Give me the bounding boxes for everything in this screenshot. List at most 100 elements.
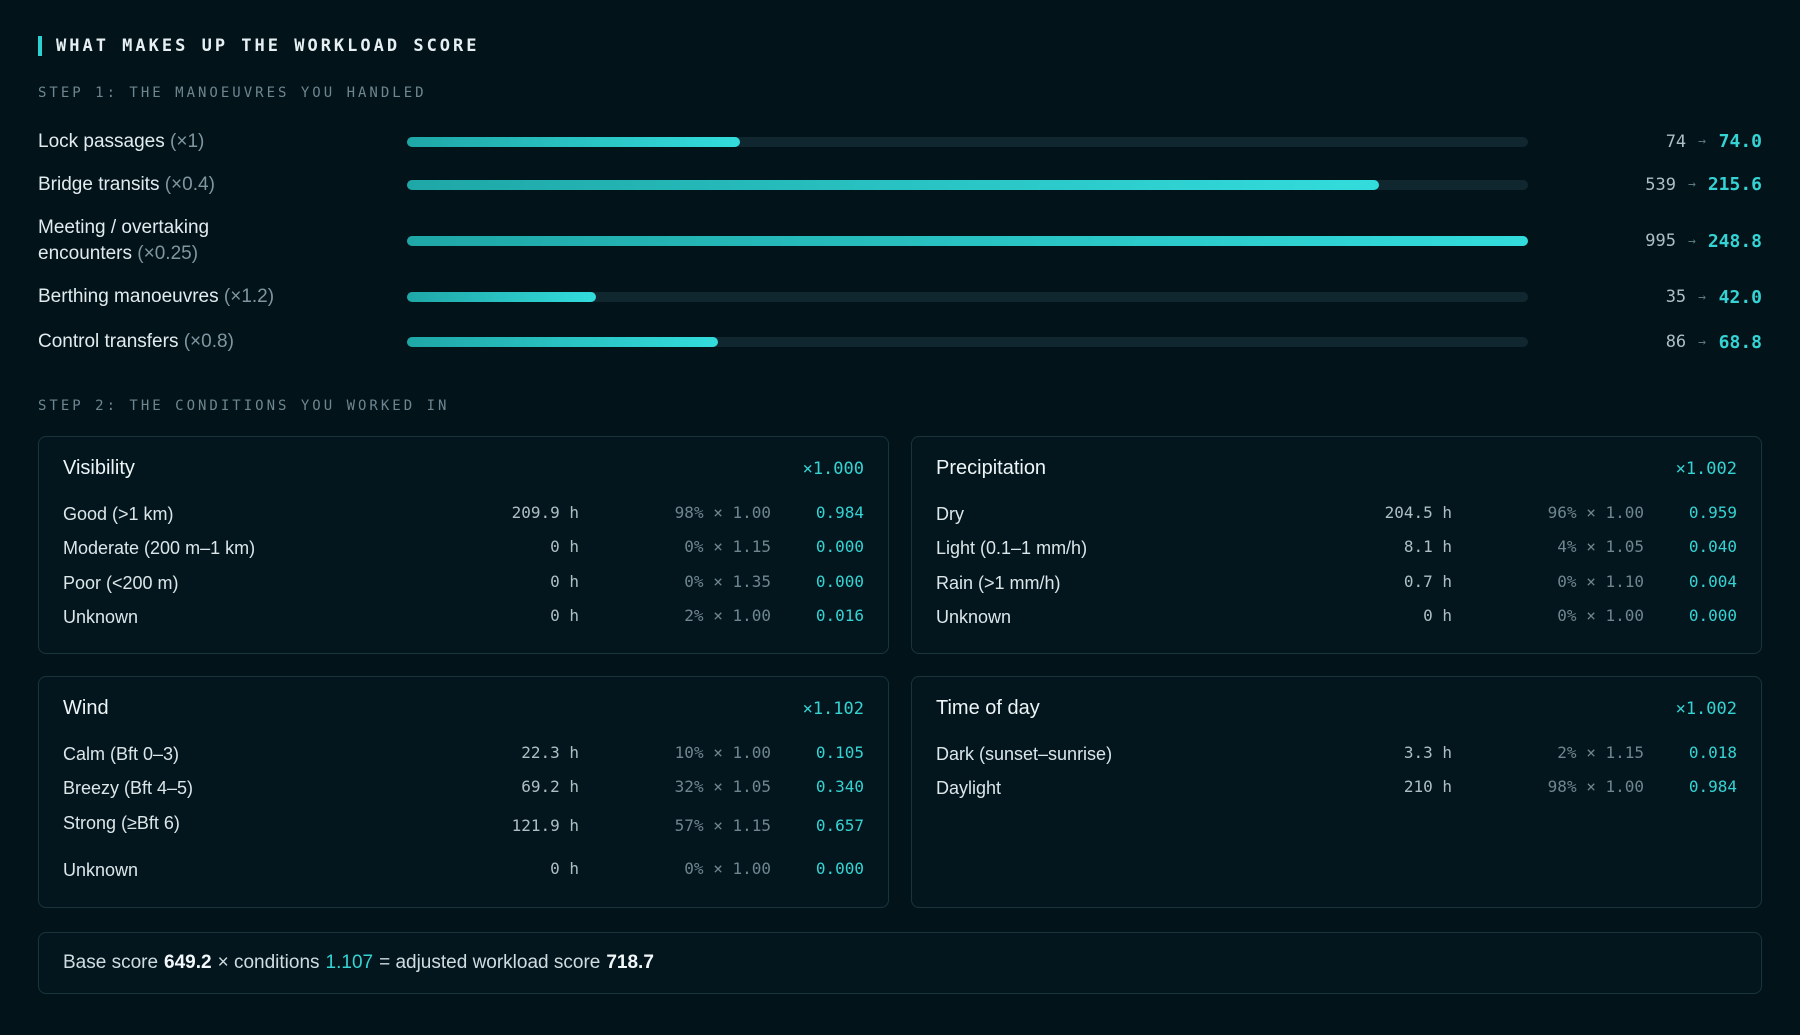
- condition-value: 0.000: [815, 537, 864, 556]
- condition-row: Breezy (Bft 4–5) 69.2 h 32% × 1.05 0.340: [63, 775, 864, 801]
- card-title: Precipitation: [936, 457, 1047, 479]
- condition-label: Unknown: [63, 860, 139, 880]
- manoeuvre-label: Bridge transits (×0.4): [38, 172, 407, 198]
- card-multiplier: ×1.102: [802, 698, 864, 719]
- condition-row: Rain (>1 mm/h) 0.7 h 0% × 1.10 0.004: [936, 570, 1737, 596]
- section-title: WHAT MAKES UP THE WORKLOAD SCORE: [56, 36, 480, 56]
- manoeuvre-label: Lock passages (×1): [38, 129, 407, 155]
- condition-share: 32% × 1.05: [674, 777, 771, 796]
- condition-value: 0.105: [815, 743, 864, 762]
- condition-value: 0.000: [815, 859, 864, 878]
- condition-value: 0.000: [815, 572, 864, 591]
- base-score-label: Base score: [63, 952, 159, 973]
- workload-breakdown-panel: WHAT MAKES UP THE WORKLOAD SCORE STEP 1:…: [0, 0, 1800, 1035]
- manoeuvre-weighted-value: 42.0: [1718, 286, 1762, 308]
- card-title: Visibility: [63, 457, 135, 479]
- manoeuvre-bar-track: [407, 136, 1528, 147]
- manoeuvre-values: 86 → 68.8: [1528, 332, 1762, 353]
- manoeuvre-row-encounters: Meeting / overtaking encounters (×0.25) …: [38, 207, 1762, 275]
- manoeuvre-weighted-value: 68.8: [1718, 331, 1762, 353]
- condition-label: Rain (>1 mm/h): [936, 573, 1061, 593]
- condition-row: Calm (Bft 0–3) 22.3 h 10% × 1.00 0.105: [63, 741, 864, 767]
- manoeuvre-name: Bridge transits: [38, 173, 160, 195]
- manoeuvre-weighted-value: 74.0: [1718, 131, 1762, 152]
- condition-share: 57% × 1.15: [674, 816, 771, 835]
- card-multiplier: ×1.000: [802, 458, 864, 479]
- manoeuvre-bar-fill: [407, 337, 718, 347]
- arrow-right-icon: →: [1687, 177, 1696, 192]
- wind-card: Wind ×1.102 Calm (Bft 0–3) 22.3 h 10% × …: [38, 676, 889, 908]
- condition-hours: 210 h: [1403, 777, 1452, 796]
- condition-label: Poor (<200 m): [63, 573, 179, 593]
- condition-value: 0.340: [815, 777, 864, 796]
- condition-row: Light (0.1–1 mm/h) 8.1 h 4% × 1.05 0.040: [936, 535, 1737, 561]
- condition-share: 4% × 1.05: [1557, 537, 1644, 556]
- step1-label: STEP 1: THE MANOEUVRES YOU HANDLED: [38, 85, 427, 101]
- condition-label: Calm (Bft 0–3): [63, 744, 180, 764]
- manoeuvre-name: Berthing manoeuvres: [38, 286, 219, 307]
- manoeuvre-name: Control transfers: [38, 331, 179, 352]
- condition-row: Good (>1 km) 209.9 h 98% × 1.00 0.984: [63, 501, 864, 527]
- condition-share: 0% × 1.00: [1557, 606, 1644, 625]
- manoeuvre-weight: (×0.25): [137, 243, 199, 264]
- manoeuvre-count: 539: [1645, 174, 1676, 195]
- condition-hours: 0 h: [1423, 606, 1452, 625]
- condition-row: Poor (<200 m) 0 h 0% × 1.35 0.000: [63, 570, 864, 596]
- condition-label: Breezy (Bft 4–5): [63, 778, 194, 798]
- manoeuvre-weight: (×0.8): [183, 331, 234, 352]
- condition-hours: 0 h: [550, 606, 579, 625]
- arrow-right-icon: →: [1698, 134, 1706, 149]
- condition-row: Dry 204.5 h 96% × 1.00 0.959: [936, 501, 1737, 527]
- arrow-right-icon: →: [1687, 233, 1696, 249]
- step2-label: STEP 2: THE CONDITIONS YOU WORKED IN: [38, 398, 450, 414]
- manoeuvre-count: 35: [1665, 287, 1687, 307]
- condition-share: 0% × 1.15: [684, 537, 771, 556]
- manoeuvre-bar-track: [407, 337, 1528, 347]
- condition-hours: 22.3 h: [521, 743, 579, 762]
- conditions-label: × conditions: [217, 952, 320, 973]
- manoeuvre-row-bridge-transits: Bridge transits (×0.4) 539 → 215.6: [38, 162, 1762, 207]
- section-header: WHAT MAKES UP THE WORKLOAD SCORE: [38, 36, 480, 56]
- manoeuvre-values: 35 → 42.0: [1528, 287, 1762, 308]
- condition-value: 0.040: [1688, 537, 1737, 556]
- manoeuvre-name: Lock passages: [38, 130, 165, 152]
- condition-share: 98% × 1.00: [1547, 777, 1644, 796]
- condition-row: Daylight 210 h 98% × 1.00 0.984: [936, 775, 1737, 801]
- conditions-multiplier-value: 1.107: [325, 952, 374, 973]
- manoeuvre-bar-track: [407, 292, 1528, 302]
- manoeuvre-bar-fill: [407, 179, 1379, 190]
- condition-label: Strong (≥Bft 6): [63, 813, 180, 833]
- condition-hours: 121.9 h: [511, 816, 579, 835]
- card-multiplier: ×1.002: [1675, 458, 1737, 479]
- condition-share: 10% × 1.00: [674, 743, 771, 762]
- condition-value: 0.984: [1688, 777, 1737, 796]
- condition-value: 0.016: [815, 606, 864, 625]
- condition-value: 0.018: [1688, 743, 1737, 762]
- manoeuvre-count: 86: [1665, 332, 1687, 352]
- manoeuvre-label: Control transfers (×0.8): [38, 329, 407, 355]
- manoeuvre-weighted-value: 215.6: [1707, 174, 1762, 195]
- manoeuvre-label: Berthing manoeuvres (×1.2): [38, 284, 407, 310]
- base-score-value: 649.2: [164, 952, 212, 973]
- condition-row: Unknown 0 h 2% × 1.00 0.016: [63, 604, 864, 630]
- condition-value: 0.984: [815, 503, 864, 522]
- condition-row: Unknown 0 h 0% × 1.00 0.000: [936, 604, 1737, 630]
- condition-share: 2% × 1.00: [684, 606, 771, 625]
- condition-label: Moderate (200 m–1 km): [63, 538, 256, 558]
- precipitation-card: Precipitation ×1.002 Dry 204.5 h 96% × 1…: [911, 436, 1762, 654]
- manoeuvre-values: 539 → 215.6: [1528, 174, 1762, 195]
- manoeuvre-bar-track: [407, 236, 1528, 246]
- manoeuvre-count: 74: [1665, 131, 1687, 152]
- manoeuvre-row-control-transfers: Control transfers (×0.8) 86 → 68.8: [38, 319, 1762, 365]
- condition-hours: 0 h: [550, 859, 579, 878]
- manoeuvre-weighted-value: 248.8: [1707, 230, 1762, 252]
- adjusted-score-value: 718.7: [606, 952, 654, 973]
- condition-hours: 204.5 h: [1384, 503, 1452, 522]
- condition-hours: 0 h: [550, 537, 579, 556]
- manoeuvre-values: 74 → 74.0: [1528, 131, 1762, 152]
- condition-row: Strong (≥Bft 6) 121.9 h 57% × 1.15 0.657: [63, 810, 864, 836]
- condition-share: 0% × 1.35: [684, 572, 771, 591]
- card-multiplier: ×1.002: [1675, 698, 1737, 719]
- manoeuvre-weight: (×0.4): [164, 173, 215, 195]
- condition-value: 0.004: [1688, 572, 1737, 591]
